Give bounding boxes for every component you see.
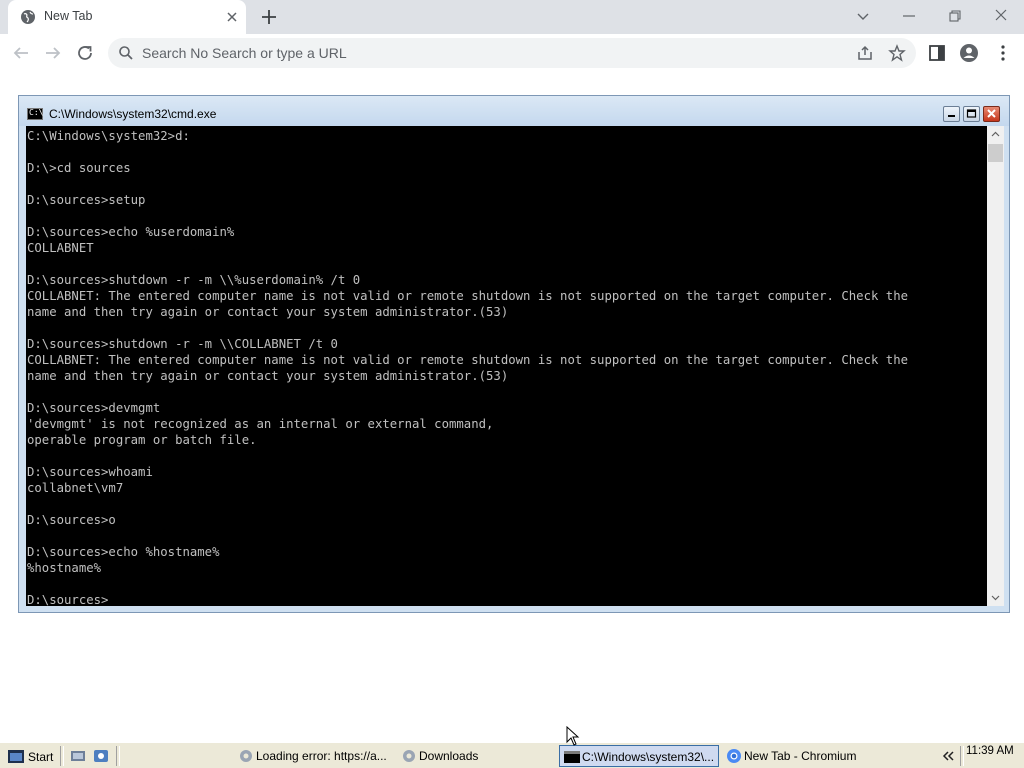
cmd-window-title: C:\Windows\system32\cmd.exe [49, 107, 217, 121]
cmd-window[interactable]: C:\ C:\Windows\system32\cmd.exe C:\Windo… [18, 95, 1010, 613]
restore-icon[interactable] [944, 6, 966, 26]
address-placeholder: Search No Search or type a URL [142, 45, 347, 61]
tab-title: New Tab [44, 9, 93, 23]
scroll-up-icon[interactable] [987, 126, 1004, 143]
console-line: operable program or batch file. [27, 433, 257, 447]
menu-kebab-icon[interactable] [992, 42, 1014, 64]
app-launcher-icon[interactable] [93, 748, 109, 764]
console-line: COLLABNET: The entered computer name is … [27, 289, 908, 303]
tray-expand-icon[interactable] [940, 747, 956, 765]
browser-toolbar: Search No Search or type a URL [0, 34, 1024, 72]
taskbar-separator [60, 746, 64, 766]
reload-icon[interactable] [74, 42, 96, 64]
back-icon[interactable] [10, 42, 32, 64]
console-line: collabnet\vm7 [27, 481, 124, 495]
console-output[interactable]: C:\Windows\system32>d: D:\>cd sources D:\s… [26, 126, 987, 606]
console-line: D:\sources>shutdown -r -m \\%userdomain%… [27, 273, 361, 287]
console-line: D:\sources> [27, 593, 109, 606]
cmd-app-icon: C:\ [27, 108, 43, 120]
tab-new-tab[interactable]: New Tab [8, 0, 246, 34]
profile-avatar-icon[interactable] [958, 42, 980, 64]
desktop-icon[interactable] [70, 748, 86, 764]
close-window-icon[interactable] [990, 6, 1012, 26]
console-line: name and then try again or contact your … [27, 305, 509, 319]
gear-icon [403, 750, 415, 762]
maximize-icon [966, 109, 977, 118]
taskbar: Start Loading error: https://a... Downlo… [0, 742, 1024, 768]
console-line: C:\Windows\system32>d: [27, 129, 190, 143]
console-line: D:\>cd sources [27, 161, 131, 175]
start-button[interactable]: Start [4, 745, 54, 767]
bookmark-star-icon[interactable] [888, 44, 906, 62]
address-bar[interactable]: Search No Search or type a URL [108, 38, 916, 68]
console-line: D:\sources>echo %userdomain% [27, 225, 235, 239]
console-line: D:\sources>setup [27, 193, 146, 207]
close-icon [987, 109, 996, 118]
scroll-thumb[interactable] [988, 144, 1003, 162]
console-scrollbar[interactable] [987, 126, 1004, 606]
gear-icon [240, 750, 252, 762]
start-icon [8, 750, 24, 763]
cmd-icon [564, 751, 580, 763]
chromium-icon [727, 749, 741, 763]
console-line: D:\sources>echo %hostname% [27, 545, 220, 559]
task-label: Loading error: https://a... [256, 749, 387, 763]
task-label: Downloads [419, 749, 479, 763]
tab-strip: New Tab [0, 0, 1024, 34]
search-icon [119, 46, 133, 60]
task-label: C:\Windows\system32\... [582, 750, 715, 764]
cmd-close-button[interactable] [983, 106, 1000, 122]
globe-icon [21, 10, 35, 24]
minimize-icon [948, 115, 955, 117]
mouse-cursor-icon [566, 726, 580, 746]
forward-icon[interactable] [42, 42, 64, 64]
close-tab-icon[interactable] [224, 9, 240, 25]
task-chromium[interactable]: New Tab - Chromium [722, 745, 872, 767]
task-label: New Tab - Chromium [744, 749, 857, 763]
console-line: %hostname% [27, 561, 102, 575]
console-line: D:\sources>devmgmt [27, 401, 161, 415]
console-line: D:\sources>whoami [27, 465, 153, 479]
scroll-down-icon[interactable] [987, 589, 1004, 606]
console-line: name and then try again or contact your … [27, 369, 509, 383]
console-line: COLLABNET: The entered computer name is … [27, 353, 908, 367]
console-line: 'devmgmt' is not recognized as an intern… [27, 417, 494, 431]
taskbar-separator [116, 746, 120, 766]
cmd-maximize-button[interactable] [963, 106, 980, 122]
task-cmd[interactable]: C:\Windows\system32\... [559, 745, 719, 767]
new-tab-button[interactable] [258, 6, 280, 28]
console-line: COLLABNET [27, 241, 94, 255]
start-label: Start [28, 750, 54, 764]
minimize-icon[interactable] [898, 6, 920, 26]
cmd-titlebar[interactable]: C:\ C:\Windows\system32\cmd.exe [19, 96, 1009, 126]
task-downloads[interactable]: Downloads [397, 745, 507, 767]
console-line: D:\sources>o [27, 513, 116, 527]
task-loading-error[interactable]: Loading error: https://a... [234, 745, 394, 767]
clock: 11:39 AM [966, 745, 1014, 757]
taskbar-separator [960, 746, 964, 766]
console-line: D:\sources>shutdown -r -m \\COLLABNET /t… [27, 337, 338, 351]
tab-search-icon[interactable] [852, 6, 874, 26]
share-icon[interactable] [856, 44, 874, 62]
side-panel-icon[interactable] [926, 42, 948, 64]
cmd-minimize-button[interactable] [943, 106, 960, 122]
